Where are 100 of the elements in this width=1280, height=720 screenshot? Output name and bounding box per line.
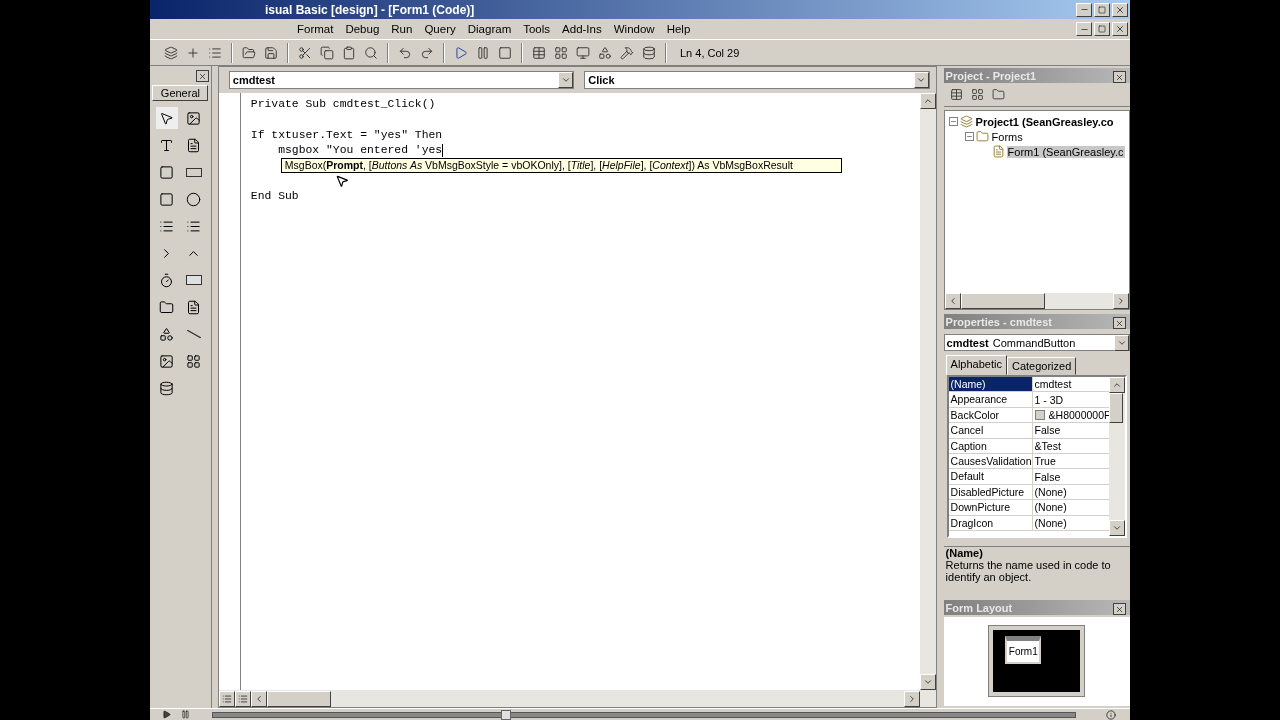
menu-item[interactable]: Format <box>291 23 340 35</box>
close-icon <box>1115 604 1124 614</box>
description-title: (Name) <box>945 547 984 559</box>
play-icon <box>162 710 171 719</box>
scroll-right-button[interactable] <box>903 690 920 707</box>
form-preview[interactable]: Form1 <box>1005 636 1042 664</box>
pointer-icon <box>159 110 175 126</box>
mouse-cursor-icon <box>334 174 349 188</box>
scroll-up-button[interactable] <box>1109 377 1125 393</box>
list-box-icon <box>186 218 202 234</box>
minimize-button[interactable] <box>1076 22 1092 36</box>
procedure-view-button[interactable] <box>218 690 235 707</box>
property-value[interactable]: (None) <box>1034 515 1067 530</box>
menu-item[interactable]: Window <box>607 23 661 35</box>
tree-item[interactable]: Form1 (SeanGreasley.c <box>1006 145 1125 158</box>
frame-icon <box>159 164 175 180</box>
property-value[interactable]: 1 - 3D <box>1034 392 1064 407</box>
menu-item[interactable]: Run <box>385 23 419 35</box>
restore-button[interactable] <box>1094 22 1110 36</box>
command-button-icon <box>185 167 202 177</box>
picture-icon <box>186 110 202 126</box>
grid-icon <box>554 45 568 60</box>
property-value[interactable]: (None) <box>1034 484 1067 499</box>
close-button[interactable] <box>1113 317 1126 329</box>
close-icon <box>1115 4 1125 15</box>
monitor-icon <box>576 45 590 60</box>
menu-item[interactable]: Query <box>418 23 462 35</box>
list-icon <box>208 45 222 60</box>
property-name[interactable]: (Name) <box>948 377 1033 392</box>
close-icon <box>1115 24 1125 34</box>
scroll-thumb[interactable] <box>266 690 331 707</box>
seek-bar[interactable] <box>212 711 1076 718</box>
dropdown-button[interactable] <box>1114 334 1129 351</box>
seek-handle[interactable] <box>501 709 512 720</box>
scroll-down-button[interactable] <box>1109 520 1125 536</box>
property-value[interactable]: False <box>1034 469 1061 484</box>
shapes-icon <box>159 326 175 342</box>
folder-icon <box>975 130 989 143</box>
drive-list-icon <box>185 275 202 285</box>
scroll-right-button[interactable] <box>1113 293 1129 309</box>
scroll-thumb[interactable] <box>960 293 1045 309</box>
search-icon <box>364 45 378 60</box>
undo-icon <box>398 45 412 60</box>
object-dropdown[interactable]: cmdtest <box>228 71 575 89</box>
tree-item[interactable]: Forms <box>990 130 1024 143</box>
data-icon <box>186 353 202 369</box>
radio-icon <box>186 191 202 207</box>
color-swatch <box>1034 409 1045 420</box>
tree-item[interactable]: Project1 (SeanGreasley.co <box>974 115 1115 128</box>
dropdown-button[interactable] <box>913 72 929 88</box>
panel-title: Form Layout <box>945 601 1013 614</box>
menu-item[interactable]: Tools <box>517 23 557 35</box>
tab[interactable]: Alphabetic <box>945 355 1007 375</box>
close-button[interactable] <box>195 70 209 82</box>
code-line: msgbox "You entered 'yes <box>277 142 443 158</box>
scroll-left-button[interactable] <box>944 293 961 309</box>
cut-icon <box>298 45 312 60</box>
expand-toggle[interactable] <box>948 117 958 126</box>
expand-toggle[interactable] <box>964 132 974 141</box>
window-title: isual Basic [design] - [Form1 (Code)] <box>265 2 476 17</box>
property-value[interactable]: &Test <box>1034 438 1061 453</box>
stopwatch-icon <box>159 272 175 288</box>
property-value[interactable]: cmdtest <box>1034 377 1072 392</box>
property-value[interactable]: (None) <box>1034 500 1067 515</box>
checkbox-icon <box>159 191 175 207</box>
property-name[interactable]: Appearance <box>948 392 1033 407</box>
property-name[interactable]: Cancel <box>948 423 1033 438</box>
close-button[interactable] <box>1113 71 1126 83</box>
procedure-dropdown[interactable]: Click <box>584 71 930 89</box>
pause-icon <box>476 45 490 60</box>
caret-icon <box>560 75 571 85</box>
minimize-button[interactable] <box>1076 2 1092 17</box>
image-icon <box>159 353 175 369</box>
close-button[interactable] <box>1113 603 1126 615</box>
database-icon <box>159 380 175 396</box>
combo-box-icon <box>159 218 175 234</box>
list-icon <box>237 693 248 704</box>
menu-item[interactable]: Help <box>660 23 697 35</box>
property-value[interactable]: True <box>1034 454 1056 469</box>
property-name[interactable]: DownPicture <box>948 500 1033 515</box>
restore-icon <box>1098 25 1106 33</box>
property-name[interactable]: Default <box>948 469 1033 484</box>
plus-icon <box>186 45 200 60</box>
restore-button[interactable] <box>1094 2 1110 17</box>
document-icon <box>991 145 1005 158</box>
parameter-tooltip: MsgBox(Prompt, [Buttons As VbMsgBoxStyle = vbOKOnly], [Title], [HelpFile], [Context]) As VbMsgBoxResult <box>280 158 842 174</box>
list-icon <box>221 693 232 704</box>
layers-icon <box>959 115 973 128</box>
menu-item[interactable]: Debug <box>339 23 386 35</box>
dropdown-button[interactable] <box>558 72 574 88</box>
tab[interactable]: Categorized <box>1006 357 1077 375</box>
menu-item[interactable]: Diagram <box>461 23 518 35</box>
hammer-icon <box>620 45 634 60</box>
toolbox-tab[interactable]: General <box>152 85 209 101</box>
caret-icon <box>916 75 927 85</box>
object-dropdown[interactable]: cmdtest CommandButton <box>943 334 1130 351</box>
property-value[interactable]: False <box>1034 423 1061 438</box>
layers-icon <box>164 45 178 60</box>
menu-item[interactable]: Add-Ins <box>556 23 608 35</box>
scroll-thumb[interactable] <box>1109 393 1123 423</box>
